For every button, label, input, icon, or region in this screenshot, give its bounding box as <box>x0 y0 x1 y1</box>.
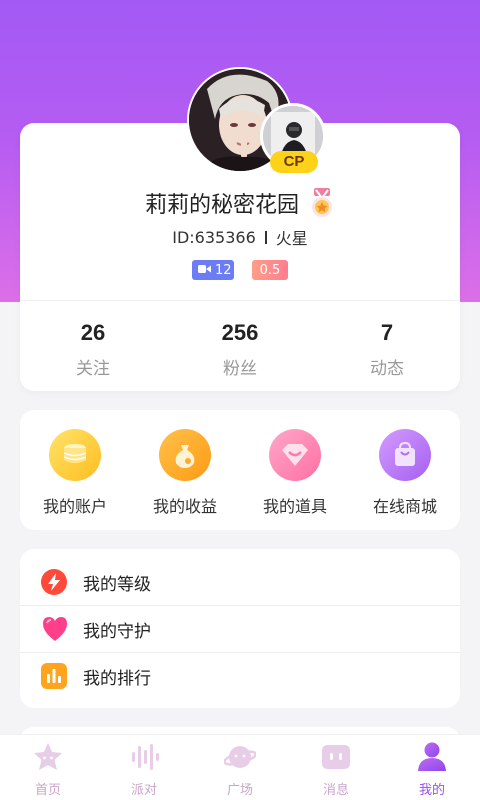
my-account-label: 我的账户 <box>42 497 107 516</box>
tab-messages[interactable]: 消息 <box>288 741 384 798</box>
fans-stat[interactable]: 256 粉丝 <box>180 318 300 379</box>
fans-label: 粉丝 <box>223 359 257 379</box>
online-store-button[interactable]: 在线商城 <box>350 429 460 517</box>
video-camera-icon <box>198 263 211 278</box>
online-store-label: 在线商城 <box>372 497 437 516</box>
tab-square[interactable]: 广场 <box>192 741 288 798</box>
cp-badge: CP <box>270 151 318 173</box>
user-icon <box>416 741 448 773</box>
my-items-button[interactable]: 我的道具 <box>240 429 350 517</box>
posts-stat[interactable]: 7 动态 <box>327 318 447 379</box>
soundwave-icon <box>128 741 160 773</box>
user-id: ID:635366 <box>172 227 256 247</box>
fans-count: 256 <box>221 320 259 345</box>
my-earnings-label: 我的收益 <box>152 497 217 516</box>
nickname: 莉莉的秘密花园 <box>144 193 299 218</box>
coins-icon <box>49 429 101 481</box>
tab-label-square: 广场 <box>226 783 253 798</box>
posts-count: 7 <box>380 320 394 345</box>
menu-label-guardian: 我的守护 <box>83 621 151 642</box>
tab-party[interactable]: 派对 <box>96 741 192 798</box>
user-location: 火星 <box>275 229 308 248</box>
tab-label-me: 我的 <box>418 783 445 798</box>
my-earnings-button[interactable]: 我的收益 <box>130 429 240 517</box>
tab-label-home: 首页 <box>34 783 61 798</box>
tab-home[interactable]: 首页 <box>0 741 96 798</box>
menu-card: 我的等级 我的守护 我的排行 <box>20 549 460 708</box>
video-count-tag: 12 <box>192 260 234 280</box>
menu-label-level: 我的等级 <box>83 574 151 595</box>
bottom-tab-bar: 首页 派对 广场 消息 我的 <box>0 734 480 800</box>
following-stat[interactable]: 26 关注 <box>33 318 153 379</box>
divider <box>20 300 460 301</box>
message-icon <box>320 741 352 773</box>
nickname-row: 莉莉的秘密花园 <box>0 186 480 220</box>
tab-label-messages: 消息 <box>322 783 349 798</box>
shopping-bag-icon <box>379 429 431 481</box>
money-bag-icon <box>159 429 211 481</box>
medal-icon <box>309 188 335 218</box>
menu-label-ranking: 我的排行 <box>83 668 151 689</box>
following-label: 关注 <box>76 359 110 379</box>
gem-icon <box>269 429 321 481</box>
tab-me[interactable]: 我的 <box>384 741 480 798</box>
id-separator <box>264 230 267 244</box>
bar-chart-icon <box>41 663 67 689</box>
wallet-card: 我的账户 我的收益 我的道具 在线商城 <box>20 410 460 530</box>
level-value: 0.5 <box>259 262 281 278</box>
my-items-label: 我的道具 <box>262 497 327 516</box>
menu-item-ranking[interactable]: 我的排行 <box>20 653 460 699</box>
following-count: 26 <box>80 320 106 345</box>
menu-item-guardian[interactable]: 我的守护 <box>20 606 460 652</box>
posts-label: 动态 <box>370 359 404 379</box>
tags-row: 12 0.5 <box>0 260 480 280</box>
heart-icon <box>41 616 67 642</box>
planet-icon <box>223 741 257 773</box>
lightning-icon <box>41 569 67 595</box>
level-tag: 0.5 <box>252 260 288 280</box>
video-count: 12 <box>215 262 232 278</box>
star-icon <box>32 741 64 773</box>
user-id-row: ID:635366 火星 <box>0 226 480 249</box>
my-account-button[interactable]: 我的账户 <box>20 429 130 517</box>
tab-label-party: 派对 <box>130 783 157 798</box>
menu-item-level[interactable]: 我的等级 <box>20 559 460 605</box>
